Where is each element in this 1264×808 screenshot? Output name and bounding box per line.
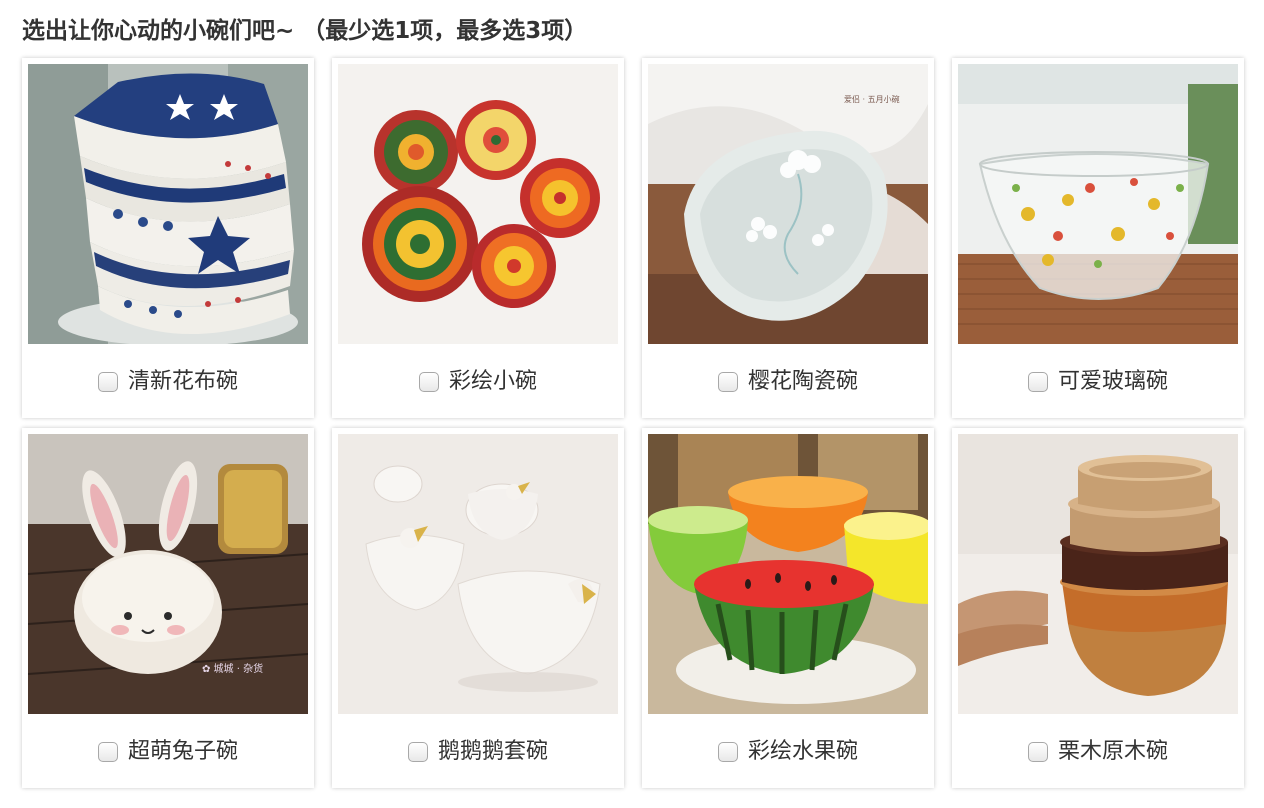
- option-card-8[interactable]: 栗木原木碗: [952, 428, 1244, 788]
- option-card-5[interactable]: ✿ 城城 · 杂货 超萌兔子碗: [22, 428, 314, 788]
- stacked-wooden-bowls-image: [958, 434, 1238, 714]
- bowl-photo-6[interactable]: [338, 434, 618, 714]
- svg-text:✿ 城城 · 杂货: ✿ 城城 · 杂货: [202, 662, 263, 675]
- option-label-6[interactable]: 鹅鹅鹅套碗: [438, 737, 548, 767]
- option-row-1[interactable]: 清新花布碗: [22, 364, 314, 400]
- option-card-1[interactable]: 清新花布碗: [22, 58, 314, 418]
- option-grid: 清新花布碗 彩绘小碗 爱侣 · 五月小碗 樱花陶瓷碗 可爱玻璃碗 ✿ 城城 · …: [22, 58, 1246, 788]
- cute-glass-bowl-image: [958, 64, 1238, 344]
- bowl-photo-4[interactable]: [958, 64, 1238, 344]
- checkbox-4[interactable]: [1027, 372, 1048, 392]
- question-title: 选出让你心动的小碗们吧~ （最少选1项，最多选3项）: [22, 18, 588, 44]
- option-card-4[interactable]: 可爱玻璃碗: [952, 58, 1244, 418]
- option-label-1[interactable]: 清新花布碗: [128, 367, 238, 397]
- option-label-8[interactable]: 栗木原木碗: [1058, 737, 1168, 767]
- option-row-3[interactable]: 樱花陶瓷碗: [642, 364, 934, 400]
- option-card-2[interactable]: 彩绘小碗: [332, 58, 624, 418]
- checkbox-3[interactable]: [717, 372, 738, 392]
- rabbit-ear-bowl-image: ✿ 城城 · 杂货: [28, 434, 308, 714]
- option-row-4[interactable]: 可爱玻璃碗: [952, 364, 1244, 400]
- checkbox-8[interactable]: [1027, 742, 1048, 762]
- option-label-2[interactable]: 彩绘小碗: [449, 367, 537, 397]
- checkbox-5[interactable]: [97, 742, 118, 762]
- sakura-ceramic-bowl-image: 爱侣 · 五月小碗: [648, 64, 928, 344]
- fruit-painted-bowls-image: [648, 434, 928, 714]
- option-row-6[interactable]: 鹅鹅鹅套碗: [332, 734, 624, 770]
- svg-text:爱侣 · 五月小碗: 爱侣 · 五月小碗: [844, 94, 900, 104]
- option-label-7[interactable]: 彩绘水果碗: [748, 737, 858, 767]
- option-label-4[interactable]: 可爱玻璃碗: [1058, 367, 1168, 397]
- bowl-photo-1[interactable]: [28, 64, 308, 344]
- painted-sun-bowls-image: [338, 64, 618, 344]
- option-row-7[interactable]: 彩绘水果碗: [642, 734, 934, 770]
- stacked-blue-white-bowls-image: [28, 64, 308, 344]
- checkbox-6[interactable]: [407, 742, 428, 762]
- option-card-6[interactable]: 鹅鹅鹅套碗: [332, 428, 624, 788]
- checkbox-7[interactable]: [717, 742, 738, 762]
- option-label-5[interactable]: 超萌兔子碗: [128, 737, 238, 767]
- bowl-photo-8[interactable]: [958, 434, 1238, 714]
- option-row-8[interactable]: 栗木原木碗: [952, 734, 1244, 770]
- bowl-photo-7[interactable]: [648, 434, 928, 714]
- checkbox-2[interactable]: [418, 372, 439, 392]
- checkbox-1[interactable]: [97, 372, 118, 392]
- goose-nesting-bowls-image: [338, 434, 618, 714]
- bowl-photo-2[interactable]: [338, 64, 618, 344]
- option-row-5[interactable]: 超萌兔子碗: [22, 734, 314, 770]
- bowl-photo-3[interactable]: 爱侣 · 五月小碗: [648, 64, 928, 344]
- option-label-3[interactable]: 樱花陶瓷碗: [748, 367, 858, 397]
- bowl-photo-5[interactable]: ✿ 城城 · 杂货: [28, 434, 308, 714]
- option-card-7[interactable]: 彩绘水果碗: [642, 428, 934, 788]
- option-card-3[interactable]: 爱侣 · 五月小碗 樱花陶瓷碗: [642, 58, 934, 418]
- option-row-2[interactable]: 彩绘小碗: [332, 364, 624, 400]
